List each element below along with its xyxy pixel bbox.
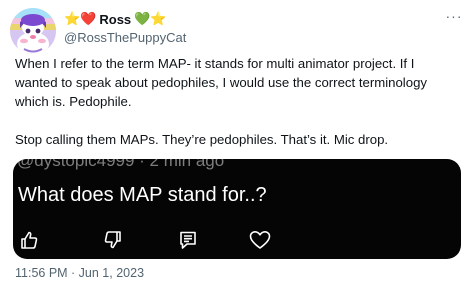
comment-icon xyxy=(178,230,198,250)
tweet-text: When I refer to the term MAP- it stands … xyxy=(15,54,460,149)
display-name-suffix-emoji: 💚⭐ xyxy=(134,12,167,27)
tweet-paragraph: When I refer to the term MAP- it stands … xyxy=(15,56,427,109)
tweet-paragraph: Stop calling them MAPs. They’re pedophil… xyxy=(15,132,389,147)
more-options-button[interactable]: ··· xyxy=(444,6,464,26)
display-name-prefix-emoji: ⭐❤️ xyxy=(64,12,97,27)
display-name[interactable]: ⭐❤️ Ross 💚⭐ xyxy=(64,11,167,29)
media-ghost-caption: @dystopic4999 · 2 min ago xyxy=(17,159,225,170)
tweet: ⭐❤️ Ross 💚⭐ @RossThePuppyCat ··· When I … xyxy=(0,0,474,295)
avatar[interactable] xyxy=(10,8,56,54)
avatar-image xyxy=(10,8,56,54)
heart-icon xyxy=(249,230,271,250)
thumbs-down-icon xyxy=(103,230,123,250)
thumbs-up-icon xyxy=(19,230,39,250)
media-image[interactable]: @dystopic4999 · 2 min ago What does MAP … xyxy=(13,159,461,259)
user-handle[interactable]: @RossThePuppyCat xyxy=(64,30,186,46)
tweet-timestamp[interactable]: 11:56 PM · Jun 1, 2023 xyxy=(15,265,144,281)
display-name-text: Ross xyxy=(99,12,132,27)
media-question-text: What does MAP stand for..? xyxy=(18,184,267,206)
more-icon: ··· xyxy=(445,8,463,24)
